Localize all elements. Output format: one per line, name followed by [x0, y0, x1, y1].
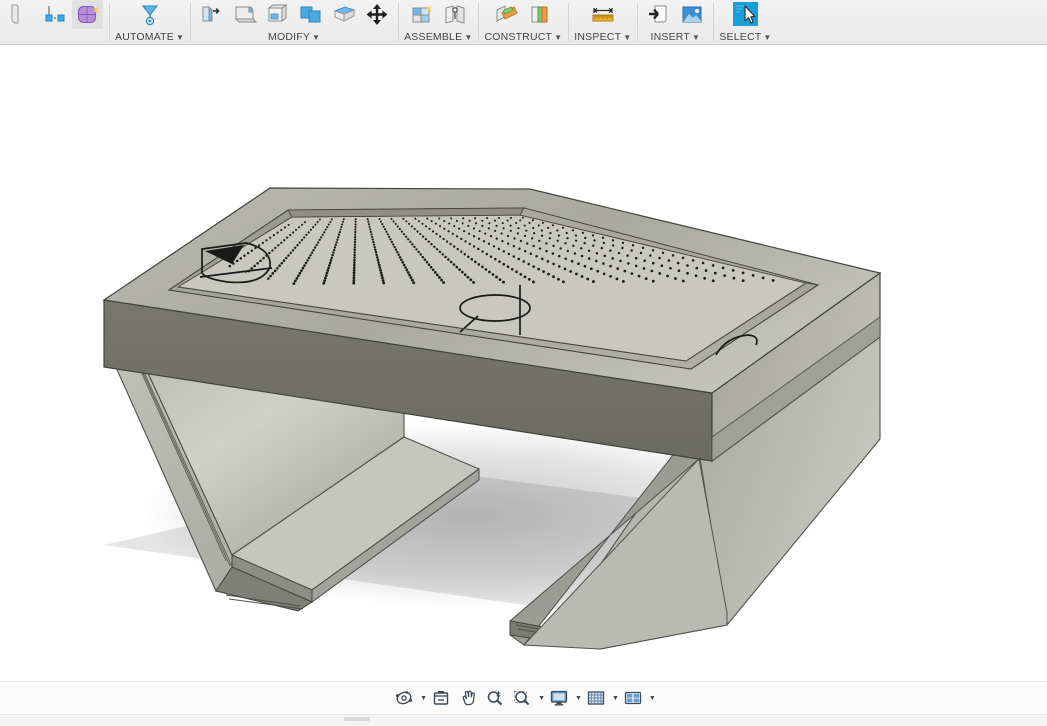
- zoom-icon[interactable]: [482, 686, 508, 710]
- create-sketch-icon[interactable]: [6, 0, 37, 29]
- chevron-down-icon[interactable]: ▼: [692, 33, 700, 42]
- press-pull-icon[interactable]: [328, 0, 359, 29]
- form-icon[interactable]: [72, 0, 103, 29]
- fusion360-window: AUTOMATE ▼ MODIFY ▼ ASSEMBLE ▼ CONSTRUCT…: [0, 0, 1047, 726]
- toolbar-group-modify: MODIFY ▼: [190, 0, 398, 45]
- toolbar-label-assemble[interactable]: ASSEMBLE ▼: [404, 30, 472, 45]
- toolbar-group-automate: AUTOMATE ▼: [109, 0, 190, 45]
- chevron-down-icon[interactable]: ▼: [420, 695, 427, 702]
- toolbar-group-assemble: ASSEMBLE ▼: [398, 0, 478, 45]
- resize-handle-icon[interactable]: [344, 717, 370, 721]
- zoom-window-icon[interactable]: [509, 686, 535, 710]
- pan-icon[interactable]: [455, 686, 481, 710]
- toolbar-label-construct-text: CONSTRUCT: [484, 31, 553, 43]
- toolbar-label-select[interactable]: SELECT ▼: [719, 30, 771, 45]
- orbit-icon[interactable]: [391, 686, 417, 710]
- viewports-icon[interactable]: [620, 686, 646, 710]
- toolbar-label-automate[interactable]: AUTOMATE ▼: [115, 30, 184, 45]
- chevron-down-icon[interactable]: ▼: [763, 33, 771, 42]
- chevron-down-icon[interactable]: ▼: [538, 695, 545, 702]
- offset-plane-icon[interactable]: [491, 0, 522, 29]
- combine-icon[interactable]: [295, 0, 326, 29]
- grid-snaps-icon[interactable]: [583, 686, 609, 710]
- chevron-down-icon[interactable]: ▼: [554, 33, 562, 42]
- status-bar: [0, 714, 1047, 726]
- automate-generative-icon[interactable]: [134, 0, 165, 29]
- toolbar-label-modify-text: MODIFY: [268, 31, 311, 43]
- toolbar-label-inspect[interactable]: INSPECT ▼: [574, 30, 631, 45]
- insert-derive-icon[interactable]: [643, 0, 674, 29]
- model-3d-view: [102, 187, 882, 650]
- toolbar-label-insert-text: INSERT: [650, 31, 691, 43]
- extrude-icon[interactable]: [196, 0, 227, 29]
- display-settings-icon[interactable]: [546, 686, 572, 710]
- chevron-down-icon[interactable]: ▼: [649, 695, 656, 702]
- fillet-icon[interactable]: [229, 0, 260, 29]
- chevron-down-icon[interactable]: ▼: [623, 33, 631, 42]
- toolbar-group-insert: INSERT ▼: [637, 0, 713, 45]
- view-navigation-bar: ▼ ▼ ▼ ▼ ▼: [0, 681, 1047, 714]
- joint-icon[interactable]: [439, 0, 470, 29]
- chevron-down-icon[interactable]: ▼: [312, 33, 320, 42]
- toolbar-label-inspect-text: INSPECT: [574, 31, 622, 43]
- shell-icon[interactable]: [262, 0, 293, 29]
- chevron-down-icon[interactable]: ▼: [612, 695, 619, 702]
- toolbar-label-assemble-text: ASSEMBLE: [404, 31, 463, 43]
- toolbar-group-construct: CONSTRUCT ▼: [478, 0, 568, 45]
- toolbar-label-construct[interactable]: CONSTRUCT ▼: [484, 30, 562, 45]
- sketch-dimension-icon[interactable]: [39, 0, 70, 29]
- toolbar-group-select: SELECT ▼: [713, 0, 777, 45]
- viewport-canvas[interactable]: [0, 45, 1047, 681]
- toolbar-label-modify[interactable]: MODIFY ▼: [268, 30, 320, 45]
- chevron-down-icon[interactable]: ▼: [464, 33, 472, 42]
- toolbar-label-insert[interactable]: INSERT ▼: [651, 30, 701, 45]
- select-cursor-icon[interactable]: [730, 0, 761, 29]
- insert-canvas-icon[interactable]: [676, 0, 707, 29]
- toolbar-group-solid: [0, 0, 109, 45]
- plane-at-angle-icon[interactable]: [524, 0, 555, 29]
- toolbar-label-automate-text: AUTOMATE: [115, 31, 174, 43]
- toolbar-label-select-text: SELECT: [719, 31, 762, 43]
- toolbar-group-inspect: INSPECT ▼: [568, 0, 637, 45]
- look-at-icon[interactable]: [428, 686, 454, 710]
- main-toolbar: AUTOMATE ▼ MODIFY ▼ ASSEMBLE ▼ CONSTRUCT…: [0, 0, 1047, 45]
- move-copy-icon[interactable]: [361, 0, 392, 29]
- measure-icon[interactable]: [587, 0, 618, 29]
- chevron-down-icon[interactable]: ▼: [176, 33, 184, 42]
- chevron-down-icon[interactable]: ▼: [575, 695, 582, 702]
- new-component-icon[interactable]: [406, 0, 437, 29]
